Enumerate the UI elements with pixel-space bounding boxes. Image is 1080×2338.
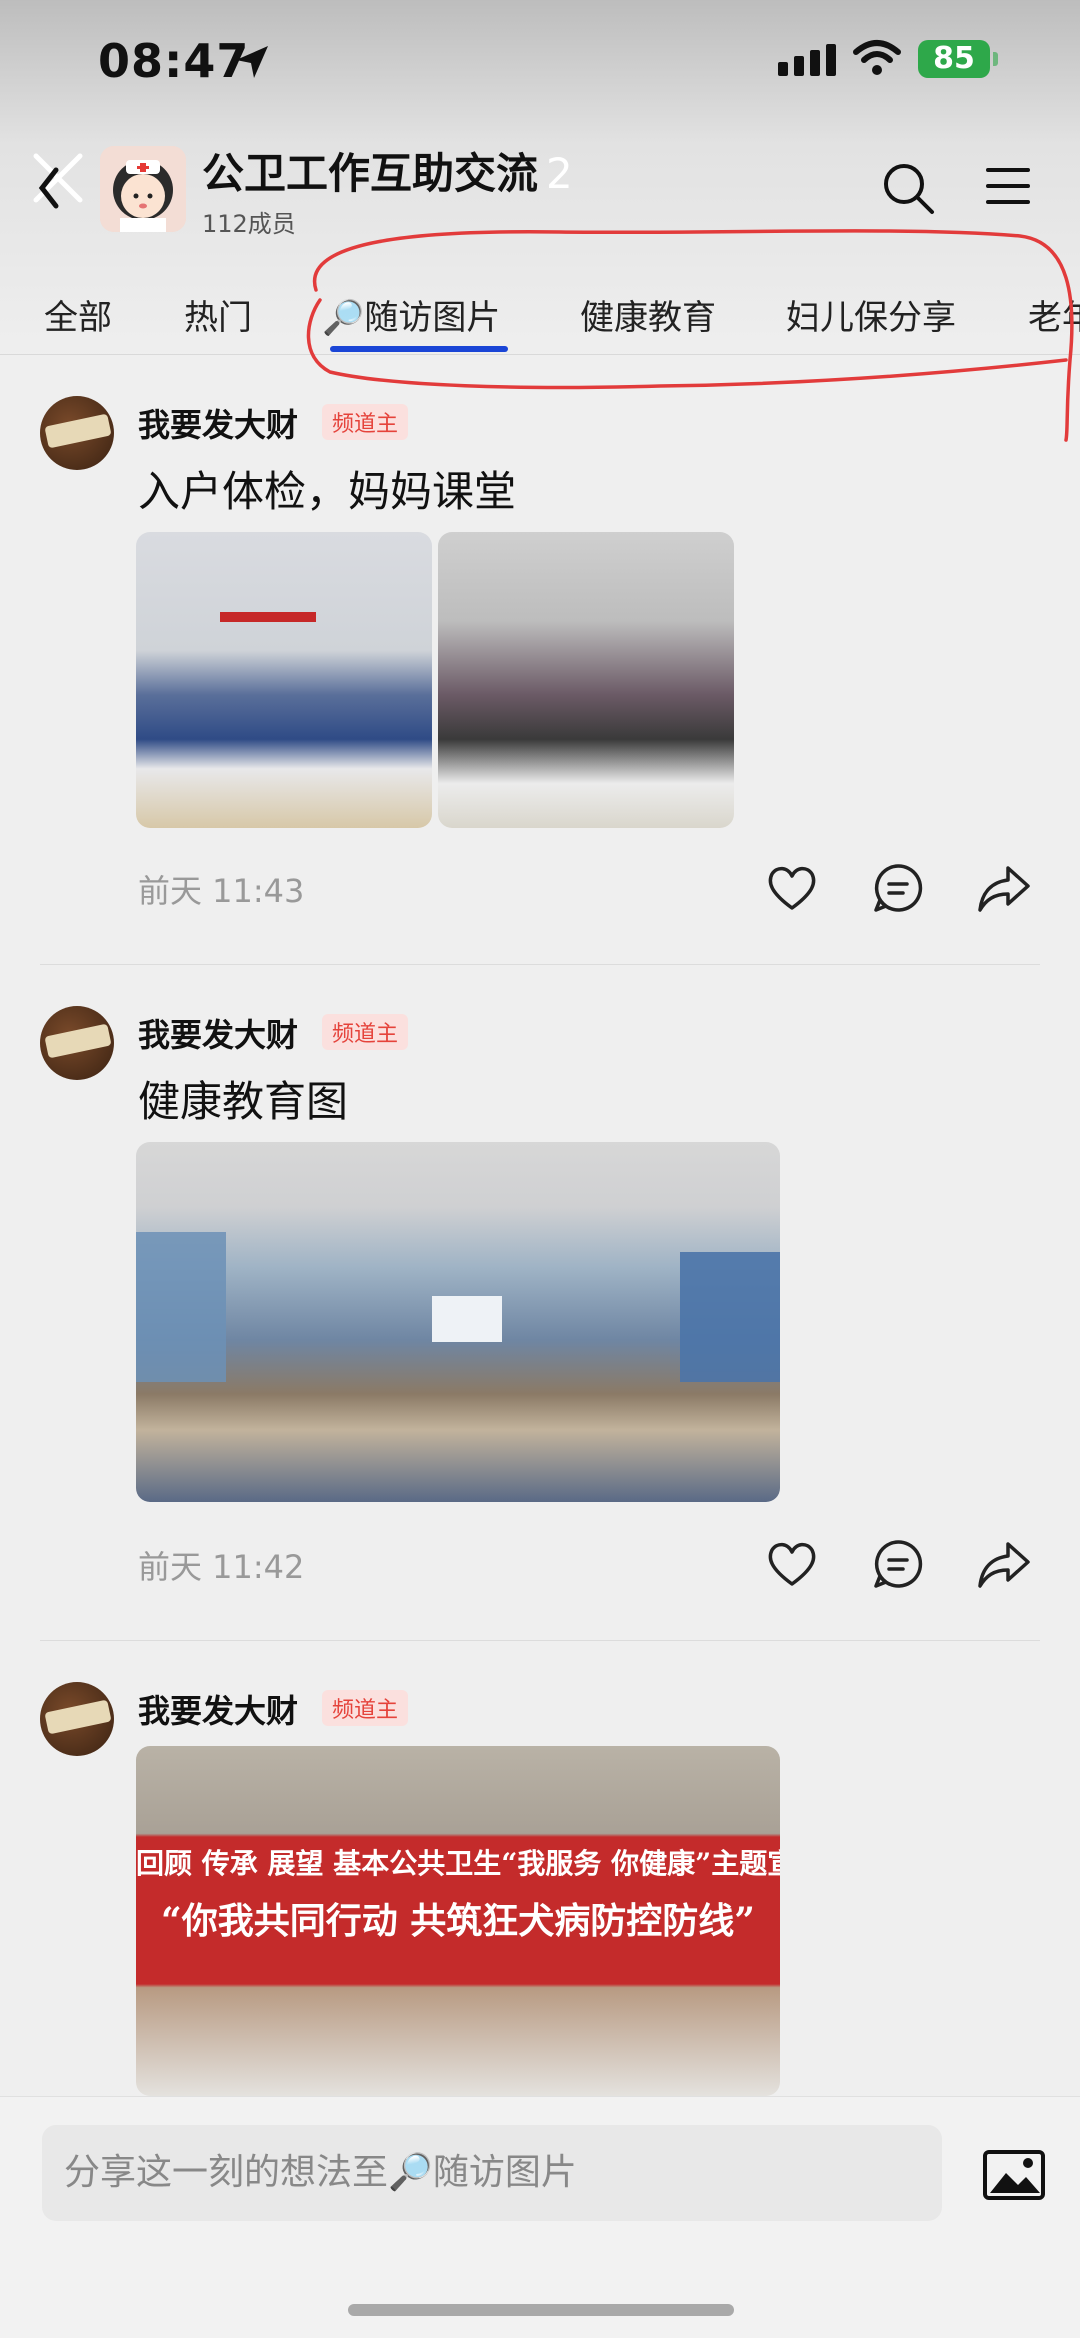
comment-icon[interactable] [870, 1536, 926, 1592]
share-icon[interactable] [976, 860, 1032, 916]
menu-icon[interactable] [986, 166, 1030, 206]
tab-followup-photos[interactable]: 🔎随访图片 [322, 290, 500, 339]
like-heart-icon[interactable] [764, 860, 820, 916]
status-time: 08:47 [98, 34, 250, 88]
home-indicator [348, 2304, 734, 2316]
wifi-icon [853, 40, 901, 75]
channel-tabs: 全部 热门 🔎随访图片 健康教育 妇儿保分享 老年 [0, 282, 1080, 352]
unread-count: 2 [546, 149, 573, 198]
image-picker-icon[interactable] [982, 2149, 1046, 2201]
tab-divider [0, 354, 1080, 355]
author-avatar[interactable] [40, 1682, 114, 1756]
tab-elderly[interactable]: 老年 [1028, 290, 1080, 339]
role-badge: 频道主 [322, 404, 409, 440]
post-time: 前天 11:42 [138, 1548, 305, 1586]
tab-hot[interactable]: 热门 [184, 290, 252, 339]
author-name[interactable]: 我要发大财 [138, 1686, 298, 1732]
member-count[interactable]: 112成员 [202, 204, 296, 239]
post-photo[interactable] [136, 1142, 780, 1502]
battery-indicator: 85 [918, 40, 998, 78]
author-avatar[interactable] [40, 396, 114, 470]
photo-banner-line2: “你我共同行动 共筑狂犬病防控防线” [161, 1900, 755, 1942]
comment-icon[interactable] [870, 860, 926, 916]
role-badge: 频道主 [322, 1690, 409, 1726]
back-close-icon[interactable] [28, 148, 88, 218]
post-separator [40, 1640, 1040, 1641]
author-name[interactable]: 我要发大财 [138, 400, 298, 446]
active-tab-indicator [330, 346, 508, 352]
tab-maternal-child[interactable]: 妇儿保分享 [786, 290, 956, 339]
photo-banner-line1: 回顾 传承 展望 基本公共卫生“我服务 你健康”主题宣传月活动 [136, 1847, 780, 1880]
post-text: 健康教育图 [138, 1077, 349, 1126]
post-photo[interactable] [136, 532, 432, 828]
post-separator [40, 964, 1040, 965]
cellular-signal-icon [778, 44, 836, 76]
author-name[interactable]: 我要发大财 [138, 1010, 298, 1056]
composer-bar: 分享这一刻的想法至🔎随访图片 [0, 2096, 1080, 2338]
share-icon[interactable] [976, 1536, 1032, 1592]
group-avatar[interactable] [100, 146, 186, 232]
role-badge: 频道主 [322, 1014, 409, 1050]
post-photo[interactable]: 回顾 传承 展望 基本公共卫生“我服务 你健康”主题宣传月活动 “你我共同行动 … [136, 1746, 780, 2096]
tab-health-education[interactable]: 健康教育 [580, 290, 716, 339]
like-heart-icon[interactable] [764, 1536, 820, 1592]
group-title[interactable]: 公卫工作互助交流 2 [202, 140, 573, 201]
tab-all[interactable]: 全部 [44, 290, 112, 339]
post-photo[interactable] [438, 532, 734, 828]
cartoon-girl-icon [100, 146, 186, 232]
post-time: 前天 11:43 [138, 872, 305, 910]
search-icon[interactable] [880, 160, 936, 216]
composer-input[interactable]: 分享这一刻的想法至🔎随访图片 [42, 2125, 942, 2221]
group-name: 公卫工作互助交流 [202, 149, 539, 198]
post-text: 入户体检，妈妈课堂 [138, 467, 517, 516]
author-avatar[interactable] [40, 1006, 114, 1080]
location-arrow-icon [236, 46, 268, 78]
